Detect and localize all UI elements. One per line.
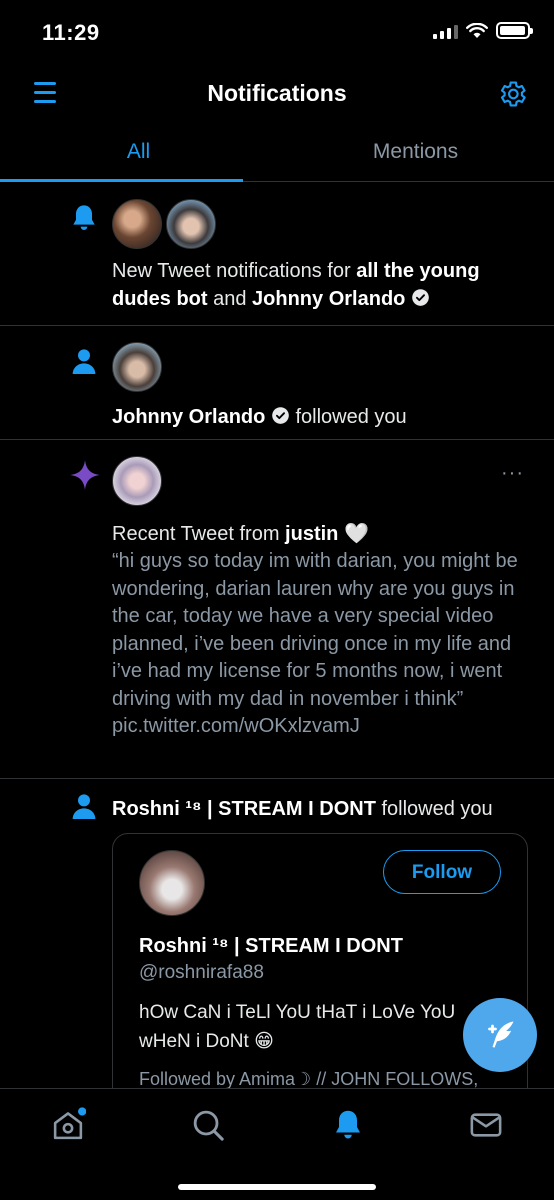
- notification-follow[interactable]: Johnny Orlando followed you: [0, 326, 554, 440]
- avatar[interactable]: [166, 199, 216, 249]
- card-user-handle: @roshnirafa88: [139, 962, 264, 983]
- compose-tweet-icon: [488, 1021, 514, 1048]
- sparkle-icon: [70, 460, 100, 490]
- user-name[interactable]: Johnny Orlando: [252, 288, 405, 310]
- page-title: Notifications: [207, 80, 347, 106]
- person-icon: [72, 794, 96, 819]
- tab-all[interactable]: All: [0, 124, 277, 182]
- notification-text: New Tweet notifications for all the youn…: [112, 260, 480, 310]
- avatar[interactable]: [139, 850, 205, 916]
- card-user-name[interactable]: Roshni ¹⁸ | STREAM I DONT: [139, 935, 501, 958]
- user-name[interactable]: justin: [285, 523, 338, 545]
- card-followed-by[interactable]: Followed by Amima☽ // JOHN FOLLOWS, Suna…: [139, 1066, 501, 1088]
- mail-icon[interactable]: [468, 1107, 504, 1143]
- notification-text: Johnny Orlando followed you: [112, 406, 407, 428]
- home-indicator: [178, 1184, 376, 1190]
- notification-recent-tweet[interactable]: ··· Recent Tweet from justin 🤍 “hi guys …: [0, 440, 554, 779]
- avatar[interactable]: [112, 199, 162, 249]
- notification-text: Roshni ¹⁸ | STREAM I DONT followed you: [112, 798, 493, 820]
- compose-tweet-button[interactable]: [463, 998, 537, 1072]
- card-user-bio: hOw CaN i TeLl YoU tHaT i LoVe YoU wHeN …: [139, 1002, 456, 1052]
- user-name[interactable]: Roshni ¹⁸ | STREAM I DONT: [112, 798, 376, 820]
- status-time: 11:29: [42, 20, 100, 45]
- battery-icon: [496, 22, 533, 39]
- status-bar: 11:29: [0, 0, 554, 64]
- tab-bar: All Mentions: [0, 124, 554, 182]
- tab-mentions[interactable]: Mentions: [277, 124, 554, 181]
- bell-icon[interactable]: [330, 1107, 366, 1143]
- home-icon[interactable]: [50, 1107, 86, 1143]
- search-icon[interactable]: [190, 1107, 226, 1143]
- notification-text: Recent Tweet from justin 🤍: [112, 523, 369, 545]
- verified-badge-icon: [412, 289, 429, 306]
- header: Notifications: [0, 64, 554, 124]
- person-icon: [72, 349, 96, 374]
- wifi-icon: [466, 22, 488, 38]
- heart-emoji: 🤍: [343, 523, 369, 545]
- status-icons: [433, 22, 533, 39]
- verified-badge-icon: [272, 407, 289, 424]
- avatar-group: [112, 199, 534, 249]
- avatar[interactable]: [112, 342, 162, 392]
- more-options-button[interactable]: ···: [501, 462, 524, 485]
- tweet-body[interactable]: “hi guys so today im with darian, you mi…: [112, 548, 534, 741]
- notification-new-tweets[interactable]: New Tweet notifications for all the youn…: [0, 182, 554, 326]
- gear-icon[interactable]: [496, 78, 528, 110]
- avatar[interactable]: [112, 456, 162, 506]
- follow-button[interactable]: Follow: [383, 850, 501, 894]
- user-name[interactable]: Johnny Orlando: [112, 406, 265, 428]
- signal-icon: [433, 23, 458, 39]
- bottom-nav: [0, 1088, 554, 1200]
- notifications-feed[interactable]: New Tweet notifications for all the youn…: [0, 182, 554, 1088]
- bell-icon: [73, 205, 95, 230]
